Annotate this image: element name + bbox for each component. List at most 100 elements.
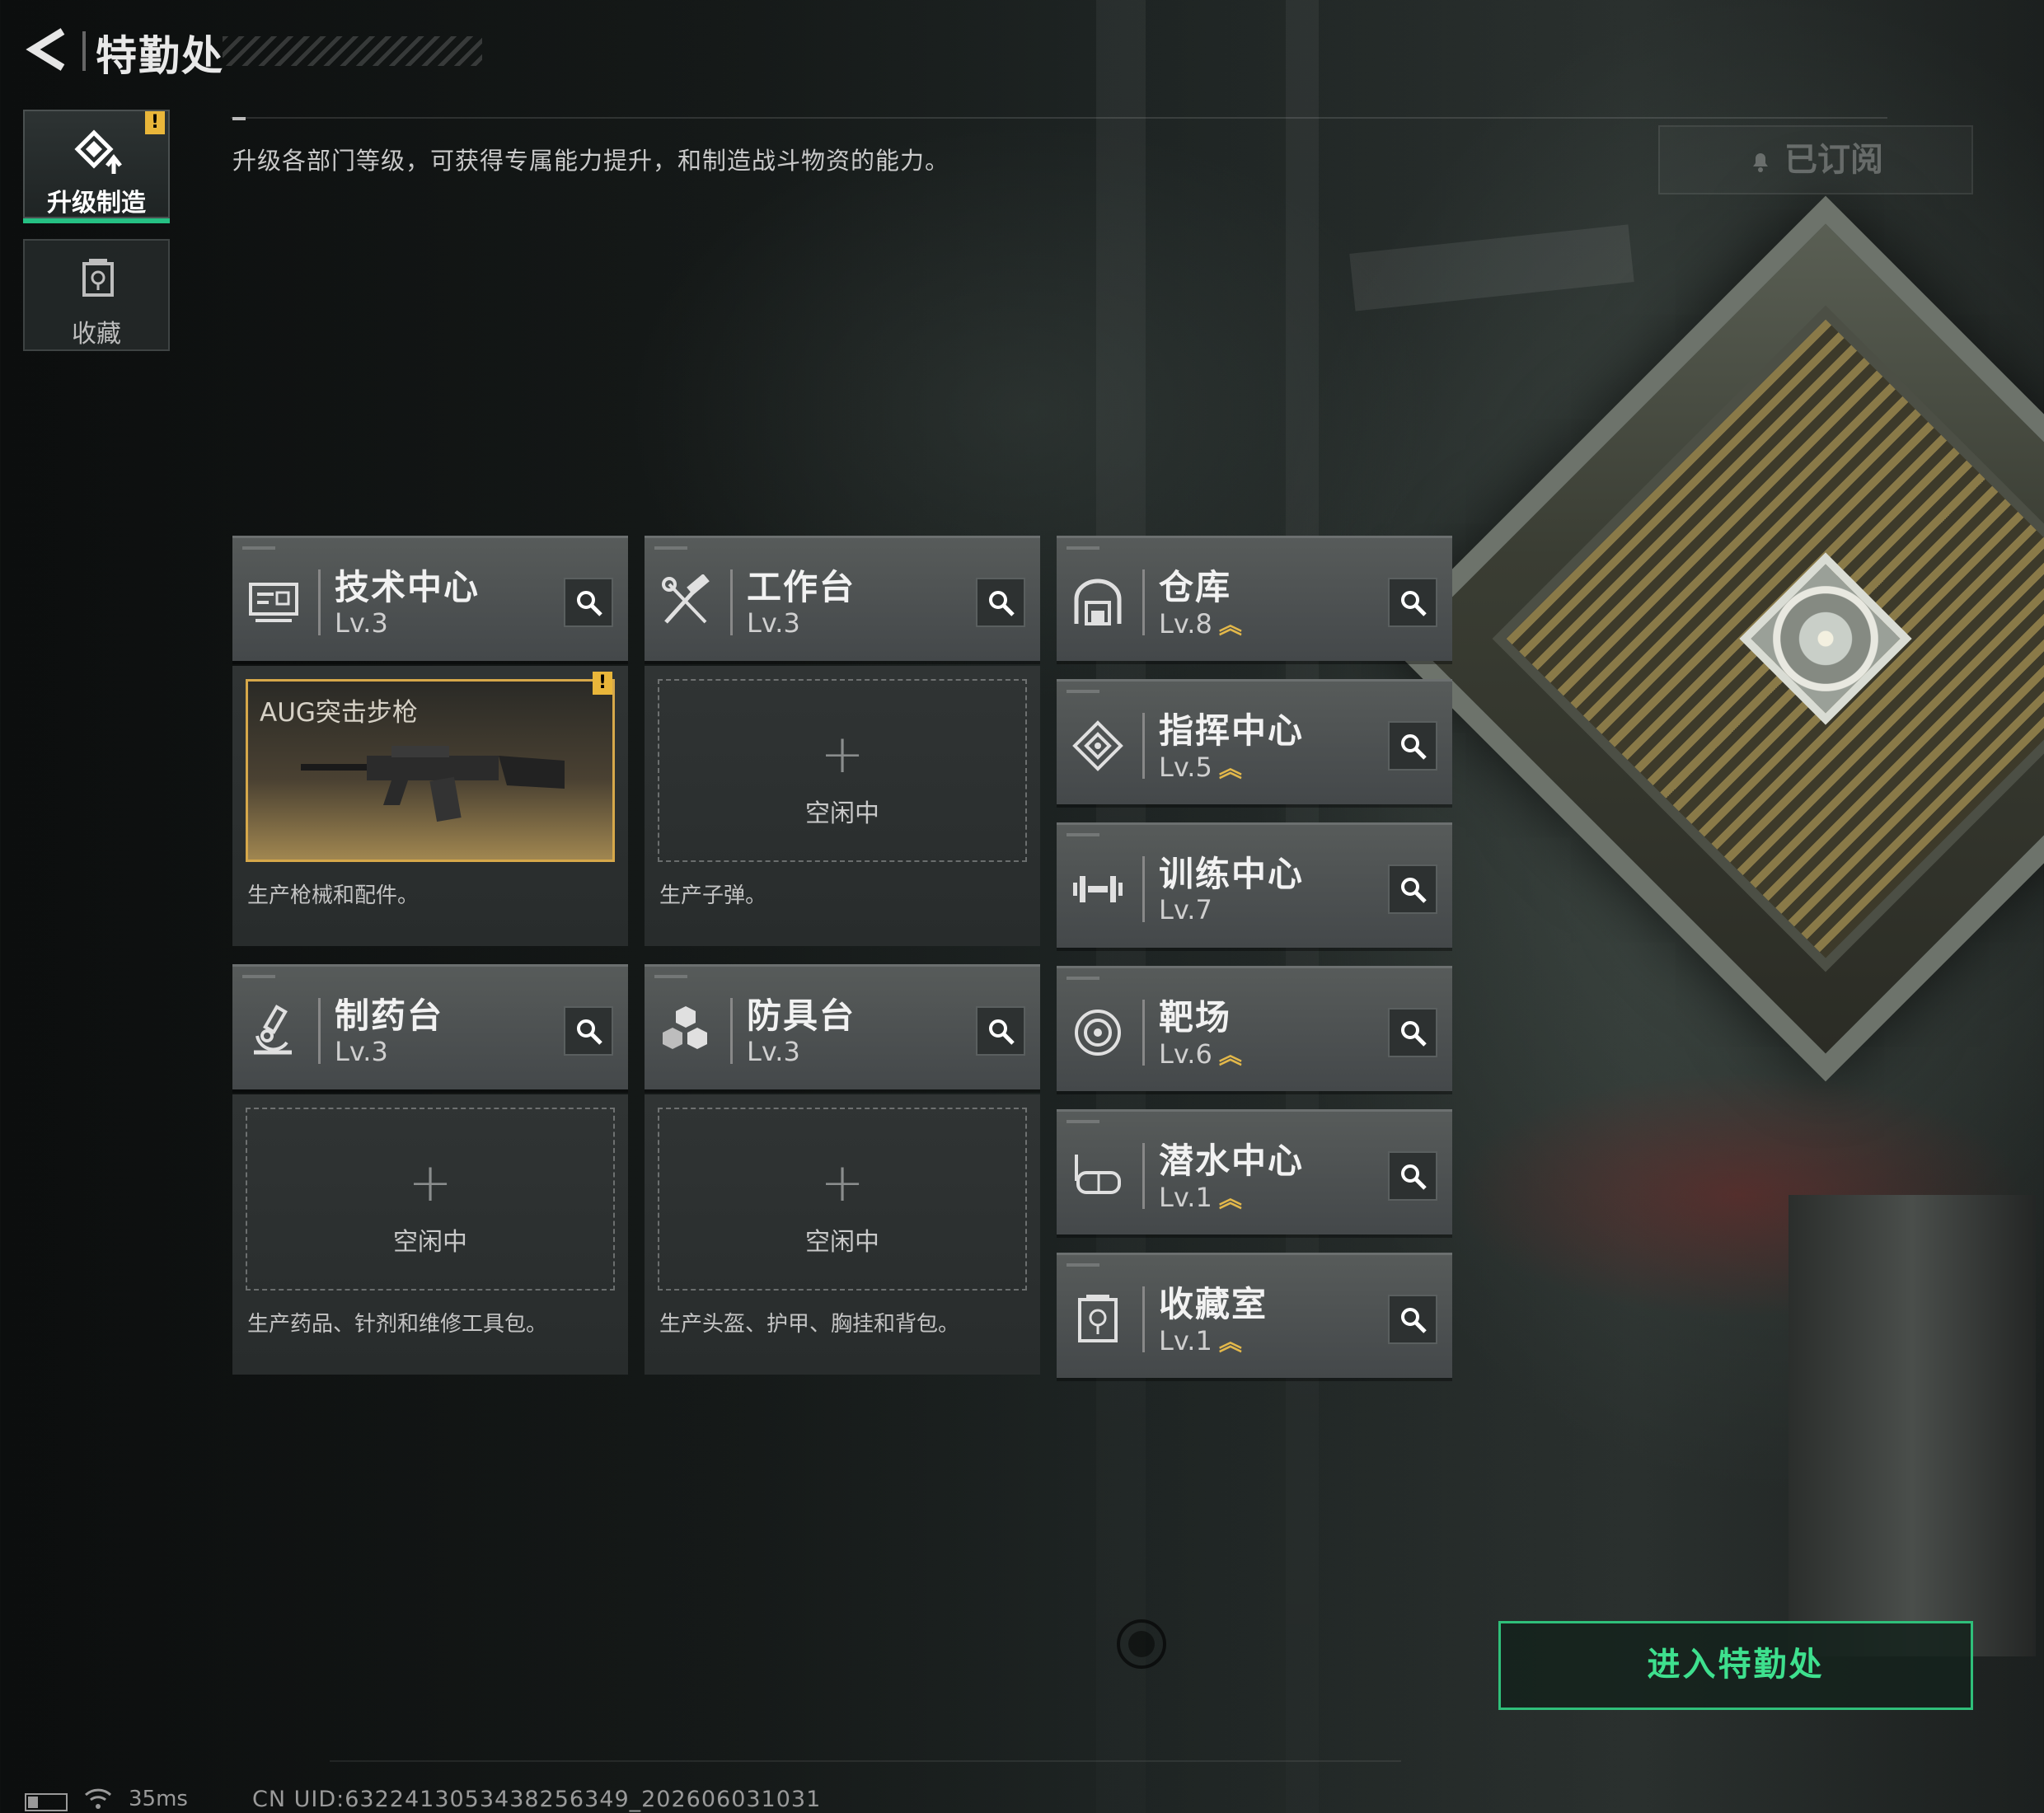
card-divider	[1142, 569, 1145, 635]
reactor-pedestal	[1788, 1195, 2036, 1656]
search-icon	[1401, 1164, 1427, 1190]
search-button[interactable]	[1388, 1295, 1437, 1344]
search-button[interactable]	[564, 1006, 613, 1056]
nav-item-collection[interactable]: 收藏	[23, 239, 170, 351]
dept-slot-panel: + 空闲中 生产头盔、护甲、胸挂和背包。	[645, 1094, 1040, 1375]
dept-card-command-center[interactable]: 指挥中心 Lv.5 ︽	[1057, 679, 1452, 804]
dept-name: 训练中心	[1159, 854, 1305, 894]
upgrade-available-icon: ︽	[1218, 1328, 1242, 1356]
search-button[interactable]	[1388, 1008, 1437, 1057]
search-icon	[577, 1019, 602, 1045]
dept-name: 收藏室	[1159, 1284, 1268, 1324]
dept-level-row: Lv.6 ︽	[1159, 1038, 1242, 1070]
production-slot-empty[interactable]: + 空闲中	[246, 1108, 615, 1291]
upgrade-available-icon: ︽	[1218, 611, 1242, 639]
dept-card-training-center[interactable]: 训练中心 Lv.7	[1057, 822, 1452, 948]
reactor-core	[1739, 552, 1912, 725]
dept-description: 生产药品、针剂和维修工具包。	[247, 1312, 548, 1337]
search-icon	[989, 591, 1015, 616]
dept-name: 靶场	[1159, 997, 1232, 1038]
dept-level-row: Lv.5 ︽	[1159, 751, 1242, 784]
production-slot-empty[interactable]: + 空闲中	[658, 1108, 1027, 1291]
card-corner-deco	[654, 975, 687, 978]
search-button[interactable]	[1388, 578, 1437, 627]
dept-card-pharmacy[interactable]: 制药台 Lv.3	[232, 964, 628, 1089]
idle-label: 空闲中	[805, 1228, 879, 1257]
dept-name: 指挥中心	[1159, 710, 1305, 751]
back-arrow-icon[interactable]	[23, 25, 73, 74]
top-divider	[231, 117, 1887, 119]
search-button[interactable]	[1388, 1151, 1437, 1201]
dept-slot-panel: + 空闲中 生产药品、针剂和维修工具包。	[232, 1094, 628, 1375]
background-rail	[1349, 224, 1634, 312]
dept-card-diving-center[interactable]: 潜水中心 Lv.1 ︽	[1057, 1109, 1452, 1234]
production-slot-empty[interactable]: + 空闲中	[658, 679, 1027, 862]
nav-label-collection: 收藏	[72, 320, 121, 349]
add-icon: +	[820, 1153, 865, 1214]
battery-icon	[25, 1793, 68, 1811]
page-title: 特勤处	[96, 32, 224, 80]
production-slot-item[interactable]: AUG突击步枪 !	[246, 672, 615, 862]
dept-name: 制药台	[335, 996, 444, 1036]
search-button[interactable]	[1388, 721, 1437, 771]
card-divider	[1142, 856, 1145, 922]
network-ping: 35ms	[129, 1787, 188, 1811]
item-name: AUG突击步枪	[260, 698, 418, 728]
item-alert-badge: !	[593, 672, 612, 695]
card-divider	[1142, 1000, 1145, 1066]
upgrade-craft-icon	[74, 129, 122, 174]
bell-icon	[1753, 153, 1768, 172]
diving-mask-icon	[1075, 1155, 1121, 1194]
dept-level: Lv.8	[1159, 608, 1212, 639]
card-corner-deco	[1067, 1120, 1099, 1123]
card-divider	[1142, 1143, 1145, 1209]
warehouse-icon	[1074, 579, 1122, 625]
target-icon	[1075, 1010, 1121, 1056]
search-button[interactable]	[1388, 864, 1437, 914]
dept-name: 仓库	[1159, 567, 1232, 607]
dept-card-warehouse[interactable]: 仓库 Lv.8 ︽	[1057, 536, 1452, 661]
dept-level-row: Lv.1 ︽	[1159, 1181, 1242, 1214]
card-corner-deco	[242, 546, 275, 550]
dept-level: Lv.3	[747, 1036, 800, 1067]
monitor-icon	[249, 583, 298, 622]
dept-name: 防具台	[747, 996, 856, 1036]
nav-item-upgrade-craft[interactable]: 升级制造 !	[23, 110, 170, 223]
dept-card-workbench[interactable]: 工作台 Lv.3	[645, 536, 1040, 661]
dept-level: Lv.3	[747, 607, 800, 639]
microscope-icon	[254, 1005, 292, 1055]
user-uid: CN UID:6322413053438256349_202606031031	[252, 1787, 822, 1812]
nav-active-indicator	[23, 218, 170, 223]
reactor-inner	[1492, 305, 2044, 972]
dept-level: Lv.5	[1159, 752, 1212, 783]
dept-level: Lv.1	[1159, 1182, 1212, 1213]
search-button[interactable]	[976, 578, 1025, 627]
assault-rifle-icon	[301, 746, 565, 822]
add-icon: +	[408, 1153, 452, 1214]
header-divider	[82, 31, 86, 71]
add-icon: +	[820, 724, 865, 785]
dept-card-tech-center[interactable]: 技术中心 Lv.3	[232, 536, 628, 661]
dept-level: Lv.3	[335, 607, 388, 639]
wifi-icon	[84, 1788, 112, 1809]
search-button[interactable]	[564, 578, 613, 627]
dept-name: 技术中心	[335, 567, 481, 607]
search-icon	[1401, 878, 1427, 903]
upgrade-available-icon: ︽	[1218, 1042, 1242, 1069]
search-icon	[1401, 591, 1427, 616]
dept-card-shooting-range[interactable]: 靶场 Lv.6 ︽	[1057, 966, 1452, 1091]
card-corner-deco	[1067, 1263, 1099, 1267]
search-button[interactable]	[976, 1006, 1025, 1056]
center-ring-decoration	[1117, 1619, 1166, 1669]
title-hatch-decoration	[223, 36, 482, 66]
dept-card-collection-room[interactable]: 收藏室 Lv.1 ︽	[1057, 1253, 1452, 1378]
search-icon	[577, 591, 602, 616]
upgrade-available-icon: ︽	[1218, 1185, 1242, 1212]
dept-level: Lv.7	[1159, 894, 1212, 925]
search-icon	[1401, 1021, 1427, 1047]
tools-icon	[662, 574, 710, 624]
enter-special-ops-button[interactable]: 进入特勤处	[1498, 1621, 1973, 1710]
dept-card-armor-bench[interactable]: 防具台 Lv.3	[645, 964, 1040, 1089]
dept-description: 生产子弹。	[659, 883, 767, 908]
subscribed-button[interactable]: 已订阅	[1658, 125, 1973, 194]
